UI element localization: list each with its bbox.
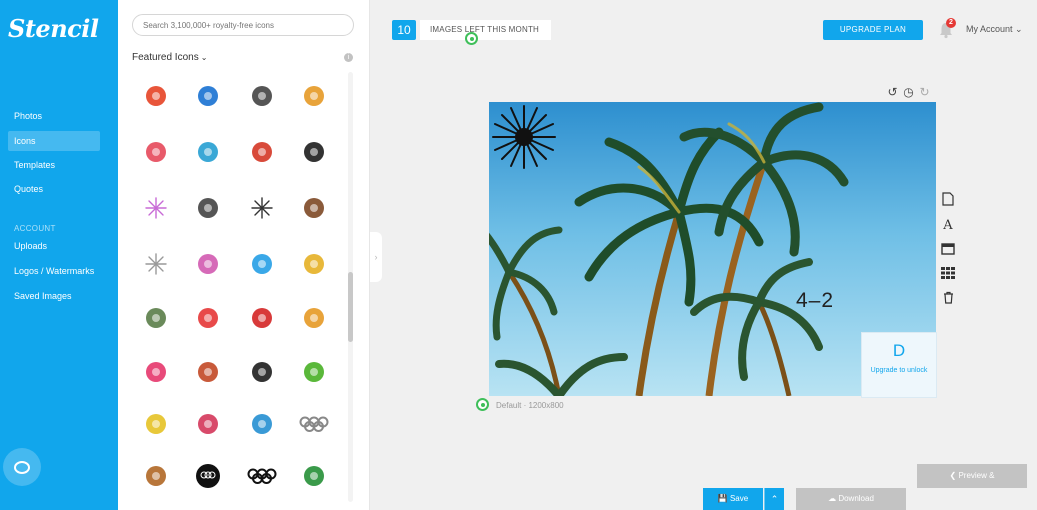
olympic-rings-icon[interactable]: [244, 458, 280, 494]
waves-flag-icon[interactable]: [244, 246, 280, 282]
chat-help-button[interactable]: [3, 448, 41, 486]
save-button[interactable]: 💾 Save: [703, 488, 763, 510]
info-icon[interactable]: i: [344, 53, 353, 62]
sidebar-item-templates[interactable]: Templates: [8, 155, 100, 175]
history-icon[interactable]: ◷: [902, 86, 915, 99]
beach-hut-icon[interactable]: [190, 134, 226, 170]
notification-badge: 2: [946, 18, 956, 28]
medal-icon[interactable]: [138, 458, 174, 494]
download-label: Download: [838, 494, 874, 503]
sun-glasses-icon[interactable]: [296, 246, 332, 282]
drink-cup-icon[interactable]: [296, 190, 332, 226]
popsicle-icon[interactable]: [190, 246, 226, 282]
farm-scene-icon[interactable]: [296, 354, 332, 390]
download-button[interactable]: ☁ Download: [796, 488, 906, 510]
drag-handle-bottom[interactable]: [476, 398, 489, 411]
my-account-menu[interactable]: My Account ⌄: [966, 24, 1023, 35]
sidebar-item-icons[interactable]: Icons: [8, 131, 100, 151]
firework-icon[interactable]: [489, 102, 559, 172]
watermelon-slice-icon[interactable]: [138, 134, 174, 170]
frame-icon[interactable]: [939, 240, 957, 258]
strawberry-icon[interactable]: [244, 300, 280, 336]
grid-icon[interactable]: [939, 264, 957, 282]
tulip-icon[interactable]: [244, 354, 280, 390]
sidebar-item-uploads[interactable]: Uploads: [8, 236, 100, 256]
chat-bubble-icon: [14, 460, 30, 474]
images-left-count: 10: [392, 20, 416, 40]
woman-icon[interactable]: [190, 354, 226, 390]
cherry-branch-icon[interactable]: [190, 406, 226, 442]
account-section-label: ACCOUNT: [14, 224, 56, 233]
text-tool-icon[interactable]: A: [939, 216, 957, 234]
upgrade-card-letter: D: [892, 341, 906, 360]
save-label: Save: [729, 494, 749, 503]
magnifier-icon[interactable]: [138, 78, 174, 114]
icon-panel-scroll-thumb[interactable]: [348, 272, 353, 342]
camera-lens-icon[interactable]: [296, 134, 332, 170]
chevron-down-icon: ⌄: [200, 53, 208, 62]
featured-icons-dropdown[interactable]: Featured Icons ⌄: [132, 52, 207, 63]
sprout-icon[interactable]: [138, 406, 174, 442]
upgrade-plan-button[interactable]: UPGRADE PLAN: [823, 20, 923, 40]
upgrade-card-text: Upgrade to unlock: [870, 367, 928, 374]
featured-icons-label: Featured Icons: [132, 52, 199, 63]
castle-icon[interactable]: [296, 78, 332, 114]
notebook-icon[interactable]: [244, 78, 280, 114]
icon-search-input[interactable]: [132, 14, 354, 36]
grass-cup-icon[interactable]: [138, 300, 174, 336]
easter-egg-icon[interactable]: [244, 406, 280, 442]
canvas-size-label[interactable]: Default · 1200x800: [496, 401, 564, 410]
drag-handle-top[interactable]: [465, 32, 478, 45]
olympic-rings-outline-icon[interactable]: [296, 406, 332, 442]
leprechaun-icon[interactable]: [296, 458, 332, 494]
olympic-badge-icon[interactable]: [190, 458, 226, 494]
sidebar: Stencil Photos Icons Templates Quotes AC…: [0, 0, 118, 510]
page-icon[interactable]: [939, 190, 957, 208]
trash-icon[interactable]: [939, 288, 957, 306]
preview-share-button[interactable]: ❮ Preview &: [917, 464, 1027, 488]
sidebar-item-quotes[interactable]: Quotes: [8, 179, 100, 199]
flower-icon[interactable]: [138, 354, 174, 390]
mango-icon[interactable]: [296, 300, 332, 336]
utensils-icon[interactable]: [190, 78, 226, 114]
backpack-icon[interactable]: [244, 134, 280, 170]
palm-burst-icon[interactable]: [244, 190, 280, 226]
undo-icon[interactable]: ↺: [886, 86, 899, 99]
images-left-label: IMAGES LEFT THIS MONTH: [420, 20, 552, 40]
sparkler-icon[interactable]: [138, 190, 174, 226]
sidebar-item-photos[interactable]: Photos: [8, 106, 100, 126]
save-options-chevron-icon[interactable]: ⌃: [764, 488, 784, 510]
preview-label: Preview &: [958, 471, 995, 480]
sidebar-item-saved-images[interactable]: Saved Images: [8, 286, 100, 306]
collapse-panel-button[interactable]: ›: [370, 232, 382, 282]
upgrade-to-unlock-card[interactable]: D Upgrade to unlock: [861, 332, 937, 398]
watermelon-wedge-icon[interactable]: [190, 300, 226, 336]
sidebar-item-logos-watermarks[interactable]: Logos / Watermarks: [8, 261, 100, 281]
sea-urchin-icon[interactable]: [190, 190, 226, 226]
redo-icon[interactable]: ↻: [918, 86, 931, 99]
stencil-logo[interactable]: Stencil: [8, 14, 99, 43]
my-account-label: My Account: [966, 24, 1013, 34]
canvas-text-element[interactable]: 4–2: [796, 289, 834, 313]
chevron-down-icon: ⌄: [1015, 24, 1023, 34]
icon-panel: Featured Icons⌄ i: [118, 0, 370, 510]
starburst-icon[interactable]: [138, 246, 174, 282]
history-controls: ↺ ◷ ↻: [886, 86, 931, 99]
